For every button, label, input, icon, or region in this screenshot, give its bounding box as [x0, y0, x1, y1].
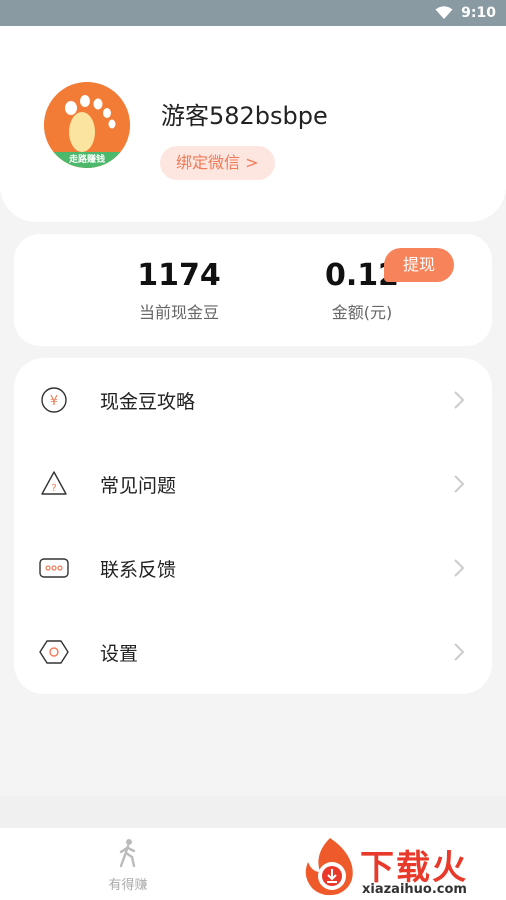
menu-card: ¥ 现金豆攻略 ? 常见问题 联系反馈 设置 — [14, 358, 492, 694]
content-bottom-band — [0, 796, 506, 828]
settings-hexagon-icon — [38, 636, 70, 668]
svg-text:¥: ¥ — [50, 394, 58, 409]
menu-item-settings[interactable]: 设置 — [14, 610, 492, 694]
question-icon: ? — [38, 468, 70, 500]
yen-coin-icon: ¥ — [38, 384, 70, 416]
status-bar: 9:10 — [0, 0, 506, 26]
svg-text:?: ? — [51, 483, 56, 494]
wifi-icon — [435, 6, 453, 20]
avatar[interactable]: 走路赚钱 — [44, 82, 130, 168]
walking-person-icon — [119, 839, 136, 868]
avatar-band: 走路赚钱 — [44, 152, 130, 168]
nav-tab-label: 有得赚 — [108, 878, 148, 893]
beans-stat: 1174 当前现金豆 — [114, 258, 244, 323]
beans-value: 1174 — [137, 258, 221, 293]
amount-label: 金额(元) — [331, 303, 393, 322]
menu-item-feedback[interactable]: 联系反馈 — [14, 526, 492, 610]
feedback-icon — [38, 552, 70, 584]
menu-item-label: 常见问题 — [100, 474, 177, 497]
profile-card: 走路赚钱 游客582bsbpe 绑定微信 > — [0, 26, 506, 222]
watermark-logo: 下载火 xiazaihuo.com — [300, 836, 506, 898]
chevron-right-icon — [454, 643, 465, 661]
menu-item-label: 联系反馈 — [100, 558, 177, 581]
flame-logo-icon — [305, 838, 353, 896]
bind-wechat-button[interactable]: 绑定微信 > — [160, 146, 275, 180]
menu-item-label: 现金豆攻略 — [100, 390, 196, 413]
chevron-right-icon — [454, 475, 465, 493]
username: 游客582bsbpe — [161, 102, 328, 130]
chevron-right-icon — [454, 391, 465, 409]
chevron-right-icon — [454, 559, 465, 577]
stats-card: 1174 当前现金豆 0.12 金额(元) 提现 — [14, 234, 492, 346]
menu-item-cash-bean-guide[interactable]: ¥ 现金豆攻略 — [14, 358, 492, 442]
menu-item-label: 设置 — [100, 642, 139, 665]
menu-item-faq[interactable]: ? 常见问题 — [14, 442, 492, 526]
nav-tab-earn[interactable]: 有得赚 — [96, 838, 160, 893]
beans-label: 当前现金豆 — [138, 303, 219, 322]
withdraw-button[interactable]: 提现 — [384, 248, 454, 282]
status-time: 9:10 — [461, 5, 496, 21]
watermark-url: xiazaihuo.com — [362, 882, 467, 897]
